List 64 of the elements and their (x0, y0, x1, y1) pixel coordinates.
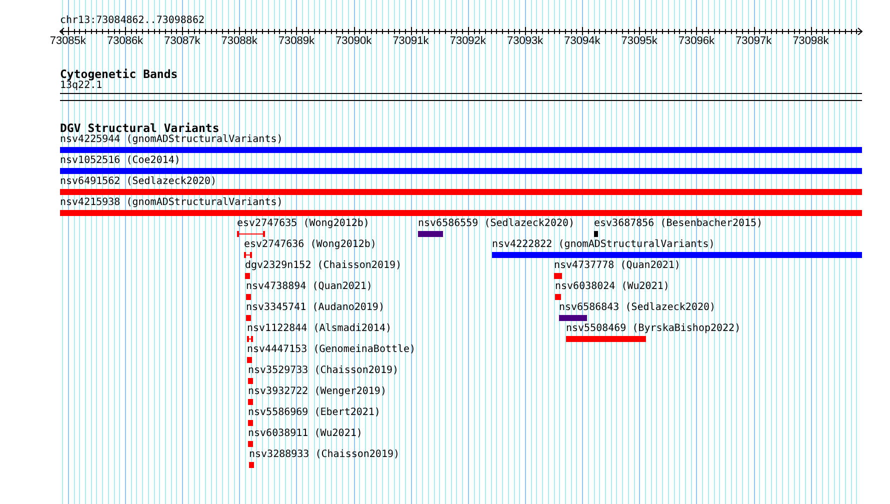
variant-bar[interactable] (246, 315, 251, 321)
variant-label[interactable]: nsv1122844 (Alsmadi2014) (247, 323, 392, 335)
variant-label[interactable]: nsv3345741 (Audano2019) (246, 302, 384, 314)
variant-label[interactable]: nsv6491562 (Sedlazeck2020) (60, 176, 217, 188)
band-label: 13q22.1 (60, 80, 102, 92)
variant-label[interactable]: nsv6038911 (Wu2021) (248, 428, 362, 440)
variant-label[interactable]: nsv6038024 (Wu2021) (555, 281, 670, 293)
tick-label: 73096k (678, 35, 714, 48)
variant-bar[interactable] (559, 315, 587, 321)
variant-label[interactable]: dgv2329n152 (Chaisson2019) (245, 260, 402, 272)
track-title: Cytogenetic Bands (60, 68, 178, 80)
variant-label[interactable]: nsv6586559 (Sedlazeck2020) (418, 218, 575, 230)
variant-label[interactable]: nsv1052516 (Coe2014) (60, 155, 180, 167)
tick-label: 73098k (792, 35, 829, 48)
track-title: DGV Structural Variants (60, 122, 220, 134)
variant-label[interactable]: nsv3288933 (Chaisson2019) (249, 449, 400, 461)
variant-bar[interactable] (248, 420, 253, 426)
tick-label: 73092k (450, 35, 486, 48)
tick-label: 73094k (564, 35, 600, 48)
variant-label[interactable]: nsv4215938 (gnomADStructuralVariants) (60, 197, 283, 209)
tick-label: 73097k (736, 35, 772, 48)
variant-label[interactable]: nsv4447153 (GenomeinaBottle) (247, 344, 416, 356)
tick-label: 73093k (506, 35, 544, 48)
variant-label[interactable]: nsv4222822 (gnomADStructuralVariants) (492, 239, 715, 251)
variant-whisker[interactable] (244, 252, 252, 258)
variant-bar[interactable] (554, 273, 562, 279)
variant-label[interactable]: nsv4225944 (gnomADStructuralVariants) (60, 134, 283, 146)
position-label: chr13:73084862..73098862 (60, 15, 204, 27)
variant-bar[interactable] (249, 462, 254, 468)
variant-bar[interactable] (555, 294, 561, 300)
variant-bar[interactable] (60, 189, 862, 195)
variant-label[interactable]: nsv5586969 (Ebert2021) (248, 407, 380, 419)
variant-label[interactable]: nsv3529733 (Chaisson2019) (248, 365, 399, 377)
variant-bar[interactable] (60, 210, 862, 216)
variant-bar[interactable] (566, 336, 646, 342)
variant-bar[interactable] (248, 441, 253, 447)
variant-label[interactable]: esv2747636 (Wong2012b) (244, 239, 376, 251)
tick-label: 73087k (164, 35, 200, 48)
tick-label: 73089k (278, 35, 314, 48)
variant-whisker[interactable] (247, 336, 253, 342)
tick-label: 73088k (221, 35, 258, 48)
variant-label[interactable]: nsv4738894 (Quan2021) (246, 281, 372, 293)
variant-bar[interactable] (492, 252, 862, 258)
variant-bar[interactable] (418, 231, 443, 237)
tick-label: 73091k (392, 35, 429, 48)
variant-label[interactable]: nsv3932722 (Wenger2019) (248, 386, 386, 398)
variant-bar[interactable] (60, 168, 862, 174)
variant-bar[interactable] (248, 378, 253, 384)
variant-label[interactable]: nsv6586843 (Sedlazeck2020) (559, 302, 716, 314)
variant-label[interactable]: esv3687856 (Besenbacher2015) (594, 218, 763, 230)
variant-whisker[interactable] (237, 231, 265, 237)
variant-bar[interactable] (246, 294, 251, 300)
variant-bar[interactable] (245, 273, 250, 279)
variant-bar[interactable] (594, 231, 598, 237)
variant-label[interactable]: nsv5508469 (ByrskaBishop2022) (566, 323, 741, 335)
tick-label: 73090k (336, 35, 372, 48)
variant-bar[interactable] (247, 357, 252, 363)
tick-label: 73095k (621, 35, 658, 48)
variant-label[interactable]: nsv4737778 (Quan2021) (554, 260, 680, 272)
tick-label: 73085k (50, 35, 86, 48)
tick-label: 73086k (106, 35, 144, 48)
variant-bar[interactable] (248, 399, 253, 405)
variant-bar[interactable] (60, 147, 862, 153)
variant-label[interactable]: esv2747635 (Wong2012b) (237, 218, 370, 230)
